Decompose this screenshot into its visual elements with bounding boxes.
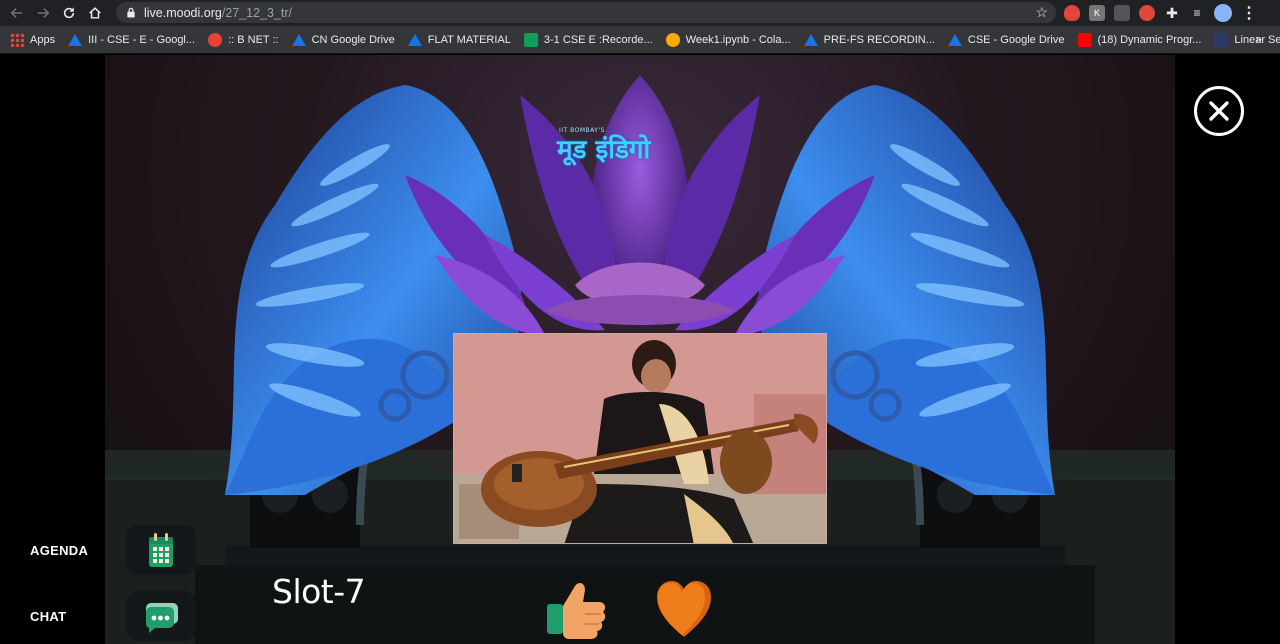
bookmark-label: CSE - Google Drive <box>967 33 1065 46</box>
performance-video[interactable] <box>453 333 827 544</box>
bookmarks-bar: Apps III - CSE - E - Googl...:: B NET :: C… <box>0 26 1280 54</box>
chat-label[interactable]: CHAT <box>30 609 66 624</box>
adblock-extension-icon[interactable] <box>1139 5 1155 21</box>
reload-icon <box>63 7 75 19</box>
bookmark-label: 3-1 CSE E :Recorde... <box>543 33 653 46</box>
lock-icon <box>127 7 135 18</box>
shield-extension-icon[interactable] <box>1064 5 1080 21</box>
bookmark-item[interactable]: Linear Search Tutori... <box>1214 32 1280 47</box>
extensions-area: K ✚ ≡ ⋮ <box>1064 0 1257 26</box>
thumbs-up-icon <box>547 582 606 639</box>
heart-icon <box>657 581 711 637</box>
close-button[interactable] <box>1194 86 1244 136</box>
bookmarks-overflow-button[interactable]: » <box>1255 32 1262 46</box>
calendar-icon <box>149 533 173 567</box>
url-host: live.moodi.org <box>144 5 222 20</box>
bookmark-label: CN Google Drive <box>311 33 395 46</box>
bookmark-label: :: B NET :: <box>228 33 279 46</box>
google-drive-icon <box>947 33 962 46</box>
google-drive-icon <box>68 33 83 46</box>
media-playlist-icon[interactable]: ≡ <box>1189 5 1205 21</box>
page-viewport: IIT BOMBAY'S मूड इंडिगो AGENDA CHAT Slot… <box>0 55 1280 644</box>
reader-extension-icon[interactable] <box>1114 5 1130 21</box>
heart-reaction-button[interactable] <box>655 579 713 644</box>
address-bar[interactable]: live.moodi.org/27_12_3_tr/ ☆ <box>116 2 1056 23</box>
google-drive-icon <box>291 33 306 46</box>
bookmark-item[interactable]: (18) Dynamic Progr... <box>1077 32 1202 47</box>
colab-icon <box>665 32 680 47</box>
bookmark-label: Week1.ipynb - Cola... <box>685 33 791 46</box>
reload-button[interactable] <box>56 0 82 26</box>
bookmark-item[interactable]: 3-1 CSE E :Recorde... <box>523 32 653 47</box>
google-icon <box>208 32 223 47</box>
browser-toolbar: live.moodi.org/27_12_3_tr/ ☆ K ✚ ≡ ⋮ <box>0 0 1280 26</box>
close-icon <box>1209 101 1229 121</box>
bookmark-item[interactable]: Apps <box>10 32 56 47</box>
event-logo: मूड इंडिगो <box>557 135 651 165</box>
home-icon <box>89 7 101 19</box>
bookmark-item[interactable]: PRE-FS RECORDIN... <box>803 33 935 46</box>
k-extension-icon[interactable]: K <box>1089 5 1105 21</box>
bookmark-item[interactable]: FLAT MATERIAL <box>407 33 511 46</box>
bookmark-label: FLAT MATERIAL <box>427 33 511 46</box>
bookmark-item[interactable]: CN Google Drive <box>291 33 395 46</box>
slot-title: Slot-7 <box>272 572 366 611</box>
profile-avatar-icon[interactable] <box>1214 4 1232 22</box>
bookmark-item[interactable]: :: B NET :: <box>208 32 279 47</box>
google-drive-icon <box>803 33 818 46</box>
puzzle-extensions-icon[interactable]: ✚ <box>1164 5 1180 21</box>
back-arrow-icon <box>10 8 23 18</box>
bookmark-item[interactable]: III - CSE - E - Googl... <box>68 33 196 46</box>
url-path: /27_12_3_tr/ <box>221 5 293 20</box>
agenda-label[interactable]: AGENDA <box>30 543 88 558</box>
forward-arrow-icon <box>37 8 50 18</box>
bookmark-star-icon[interactable]: ☆ <box>1035 4 1048 21</box>
back-button[interactable] <box>4 0 30 26</box>
site-favicon-icon <box>1214 32 1229 47</box>
youtube-icon <box>1077 32 1092 47</box>
bookmark-item[interactable]: Week1.ipynb - Cola... <box>665 32 791 47</box>
bookmark-item[interactable]: CSE - Google Drive <box>947 33 1065 46</box>
home-button[interactable] <box>82 0 108 26</box>
browser-menu-icon[interactable]: ⋮ <box>1241 3 1257 23</box>
chat-button[interactable] <box>126 591 196 641</box>
chat-bubble-icon <box>145 603 178 633</box>
apps-grid-icon <box>10 32 24 47</box>
bookmark-label: PRE-FS RECORDIN... <box>823 33 935 46</box>
video-frame <box>454 334 826 543</box>
google-drive-icon <box>407 33 422 46</box>
bookmark-label: III - CSE - E - Googl... <box>88 33 196 46</box>
bookmark-label: (18) Dynamic Progr... <box>1097 33 1202 46</box>
like-reaction-button[interactable] <box>545 578 607 644</box>
forward-button[interactable] <box>30 0 56 26</box>
bookmark-label: Apps <box>30 33 56 46</box>
google-sheets-icon <box>523 32 538 47</box>
agenda-button[interactable] <box>126 525 196 575</box>
